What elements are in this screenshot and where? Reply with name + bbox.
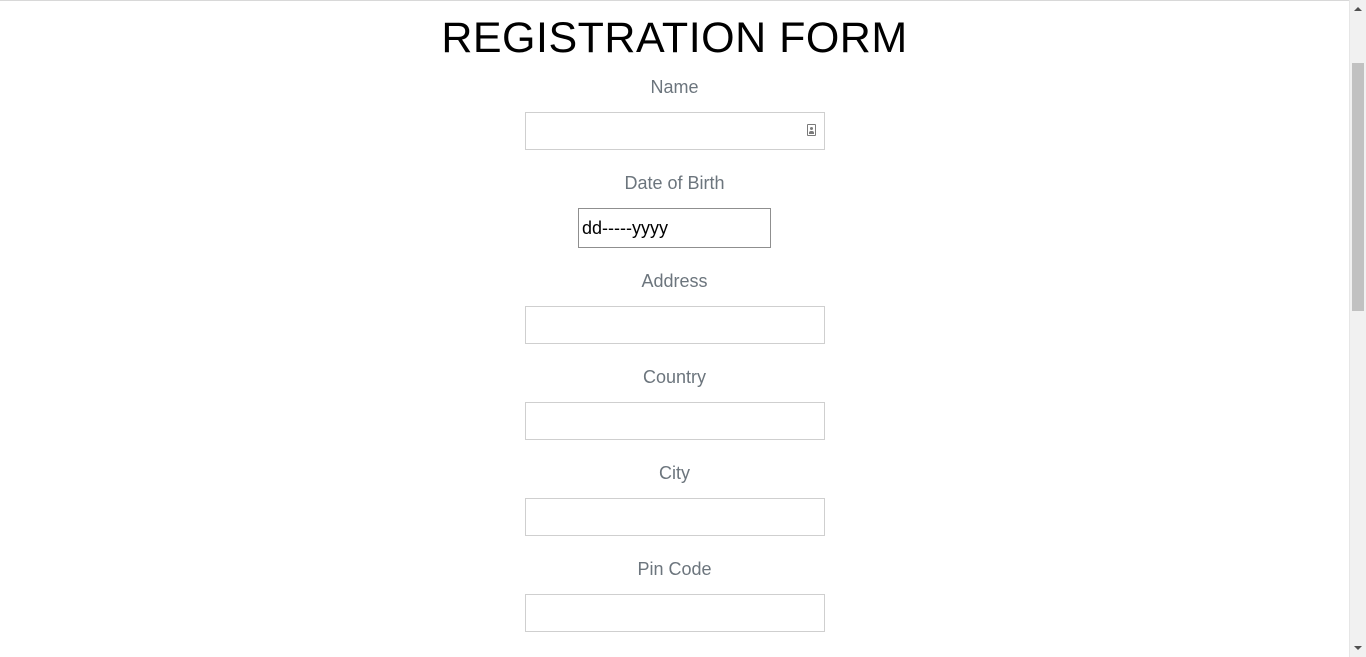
browser-viewport: REGISTRATION FORM Name Date of Birth dd-… — [0, 0, 1366, 657]
scroll-down-arrow-icon[interactable] — [1350, 640, 1366, 657]
pincode-label: Pin Code — [637, 559, 712, 579]
address-label: Address — [641, 271, 708, 291]
address-input[interactable] — [525, 306, 825, 344]
scroll-up-arrow-icon[interactable] — [1350, 0, 1366, 17]
contact-card-icon[interactable] — [807, 124, 816, 136]
country-input[interactable] — [525, 402, 825, 440]
name-field-wrapper — [525, 112, 825, 150]
pincode-input[interactable] — [525, 594, 825, 632]
country-label: Country — [642, 367, 707, 387]
dob-date-input[interactable]: dd-----yyyy — [578, 208, 771, 248]
vertical-scrollbar[interactable] — [1349, 0, 1366, 657]
registration-page: REGISTRATION FORM Name Date of Birth dd-… — [0, 0, 1349, 657]
name-label: Name — [650, 77, 699, 97]
city-label: City — [659, 463, 690, 483]
dob-label: Date of Birth — [624, 173, 725, 193]
scroll-thumb[interactable] — [1352, 63, 1364, 311]
name-input[interactable] — [525, 112, 825, 150]
page-title: REGISTRATION FORM — [441, 14, 908, 62]
city-input[interactable] — [525, 498, 825, 536]
